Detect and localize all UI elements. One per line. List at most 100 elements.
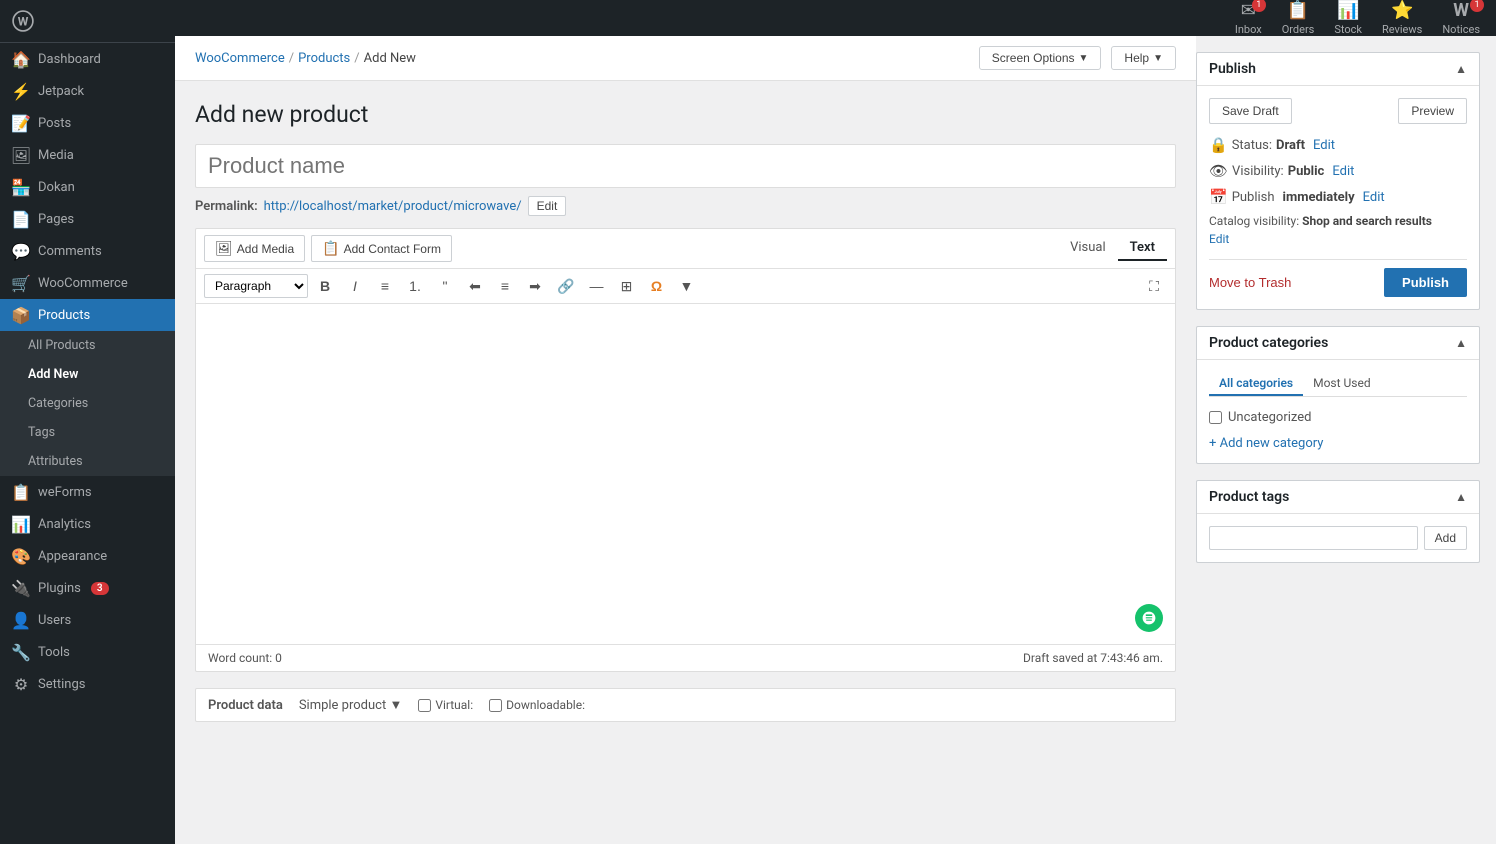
publish-actions: Save Draft Preview	[1209, 98, 1467, 124]
sidebar-item-label: Comments	[38, 244, 102, 259]
sidebar-item-categories[interactable]: Categories	[0, 389, 175, 418]
sidebar-item-attributes[interactable]: Attributes	[0, 447, 175, 476]
align-center-button[interactable]: ≡	[492, 273, 518, 299]
screen-options-button[interactable]: Screen Options ▼	[979, 46, 1102, 70]
ordered-list-button[interactable]: 1.	[402, 273, 428, 299]
save-draft-button[interactable]: Save Draft	[1209, 98, 1292, 124]
posts-icon: 📝	[12, 114, 30, 132]
publish-toggle-icon[interactable]: ▲	[1455, 62, 1467, 76]
more-options-button[interactable]: ▼	[673, 273, 699, 299]
sidebar-item-label: Jetpack	[38, 84, 84, 99]
format-select[interactable]: Paragraph Heading 1 Heading 2 Heading 3 …	[204, 274, 308, 298]
publish-time-edit-link[interactable]: Edit	[1363, 190, 1385, 205]
downloadable-checkbox[interactable]	[489, 699, 502, 712]
tags-input[interactable]	[1209, 526, 1418, 550]
bold-button[interactable]: B	[312, 273, 338, 299]
status-edit-link[interactable]: Edit	[1313, 138, 1335, 153]
sidebar-item-media[interactable]: 🖼 Media	[0, 139, 175, 171]
sidebar-item-tags[interactable]: Tags	[0, 418, 175, 447]
category-list: Uncategorized	[1209, 407, 1467, 428]
jetpack-icon: ⚡	[12, 82, 30, 100]
product-categories-toggle-icon[interactable]: ▲	[1455, 336, 1467, 350]
link-button[interactable]: 🔗	[552, 273, 579, 299]
italic-button[interactable]: I	[342, 273, 368, 299]
grammarly-button[interactable]	[1135, 604, 1163, 632]
cat-checkbox-uncategorized[interactable]	[1209, 411, 1222, 424]
topbar-stock[interactable]: 📊 Stock	[1334, 0, 1362, 36]
tags-input-row: Add	[1209, 526, 1467, 550]
sidebar-item-pages[interactable]: 📄 Pages	[0, 203, 175, 235]
weforms-icon: 📋	[12, 483, 30, 501]
tab-all-categories[interactable]: All categories	[1209, 372, 1303, 396]
topbar-orders[interactable]: 📋 Orders	[1282, 0, 1315, 36]
catalog-edit-link[interactable]: Edit	[1209, 232, 1229, 246]
visibility-edit-link[interactable]: Edit	[1332, 164, 1354, 179]
sidebar-item-label: Pages	[38, 212, 74, 227]
permalink-edit-button[interactable]: Edit	[528, 196, 567, 216]
table-button[interactable]: ⊞	[613, 273, 639, 299]
sidebar-item-all-products[interactable]: All Products	[0, 331, 175, 360]
sidebar-item-woocommerce[interactable]: 🛒 WooCommerce	[0, 267, 175, 299]
sidebar-item-add-new[interactable]: Add New	[0, 360, 175, 389]
sidebar-item-appearance[interactable]: 🎨 Appearance	[0, 540, 175, 572]
breadcrumb-woocommerce[interactable]: WooCommerce	[195, 51, 285, 66]
align-right-button[interactable]: ➡	[522, 273, 548, 299]
sidebar-item-settings[interactable]: ⚙ Settings	[0, 668, 175, 700]
special-char-button[interactable]: Ω	[643, 273, 669, 299]
publish-meta-box: Publish ▲ Save Draft Preview 🔒 Status: D…	[1196, 52, 1480, 310]
add-tag-button[interactable]: Add	[1424, 526, 1467, 550]
visibility-label: Visibility:	[1232, 164, 1284, 179]
pages-icon: 📄	[12, 210, 30, 228]
permalink-url[interactable]: http://localhost/market/product/microwav…	[264, 199, 522, 214]
sidebar-item-dokan[interactable]: 🏪 Dokan	[0, 171, 175, 203]
add-media-button[interactable]: 🖼 Add Media	[204, 235, 305, 262]
editor-body[interactable]	[196, 304, 1175, 644]
sidebar-item-posts[interactable]: 📝 Posts	[0, 107, 175, 139]
publish-meta-box-header: Publish ▲	[1197, 53, 1479, 86]
add-new-category-link[interactable]: + Add new category	[1209, 436, 1323, 451]
product-name-input[interactable]	[195, 144, 1176, 188]
virtual-checkbox[interactable]	[418, 699, 431, 712]
tab-visual[interactable]: Visual	[1058, 236, 1118, 261]
unordered-list-button[interactable]: ≡	[372, 273, 398, 299]
help-button[interactable]: Help ▼	[1111, 46, 1176, 70]
sidebar-item-label: Settings	[38, 677, 85, 692]
sidebar-item-plugins[interactable]: 🔌 Plugins 3	[0, 572, 175, 604]
breadcrumb-products[interactable]: Products	[298, 51, 350, 66]
sidebar-item-comments[interactable]: 💬 Comments	[0, 235, 175, 267]
sidebar-item-products[interactable]: 📦 Products	[0, 299, 175, 331]
orders-label: Orders	[1282, 23, 1315, 36]
editor-container: 🖼 Add Media 📋 Add Contact Form Visual Te…	[195, 228, 1176, 672]
publish-button[interactable]: Publish	[1384, 268, 1467, 297]
help-label: Help	[1124, 51, 1149, 65]
product-tags-header: Product tags ▲	[1197, 481, 1479, 514]
align-left-button[interactable]: ⬅	[462, 273, 488, 299]
fullscreen-button[interactable]: ⛶	[1141, 273, 1167, 299]
sidebar-item-users[interactable]: 👤 Users	[0, 604, 175, 636]
dashboard-icon: 🏠	[12, 50, 30, 68]
sidebar-item-jetpack[interactable]: ⚡ Jetpack	[0, 75, 175, 107]
permalink-row: Permalink: http://localhost/market/produ…	[195, 196, 1176, 216]
cat-item-uncategorized[interactable]: Uncategorized	[1209, 407, 1467, 428]
topbar-reviews[interactable]: ⭐ Reviews	[1382, 0, 1422, 36]
sidebar-item-analytics[interactable]: 📊 Analytics	[0, 508, 175, 540]
sidebar-item-label: Posts	[38, 116, 71, 131]
sidebar-item-tools[interactable]: 🔧 Tools	[0, 636, 175, 668]
attributes-label: Attributes	[28, 454, 83, 469]
sidebar-item-weforms[interactable]: 📋 weForms	[0, 476, 175, 508]
tab-text[interactable]: Text	[1118, 236, 1167, 261]
tab-most-used[interactable]: Most Used	[1303, 372, 1381, 396]
virtual-label: Virtual:	[418, 698, 473, 712]
preview-button[interactable]: Preview	[1398, 98, 1467, 124]
sidebar-item-dashboard[interactable]: 🏠 Dashboard	[0, 43, 175, 75]
topbar-notices[interactable]: W Notices 1	[1442, 0, 1480, 36]
calendar-icon: 📅	[1209, 188, 1228, 206]
permalink-label: Permalink:	[195, 199, 258, 214]
horizontal-rule-button[interactable]: —	[583, 273, 609, 299]
move-to-trash-button[interactable]: Move to Trash	[1209, 275, 1291, 290]
appearance-icon: 🎨	[12, 547, 30, 565]
blockquote-button[interactable]: "	[432, 273, 458, 299]
topbar-inbox[interactable]: ✉ Inbox 1	[1235, 0, 1262, 36]
product-tags-toggle-icon[interactable]: ▲	[1455, 490, 1467, 504]
add-contact-form-button[interactable]: 📋 Add Contact Form	[311, 235, 452, 262]
